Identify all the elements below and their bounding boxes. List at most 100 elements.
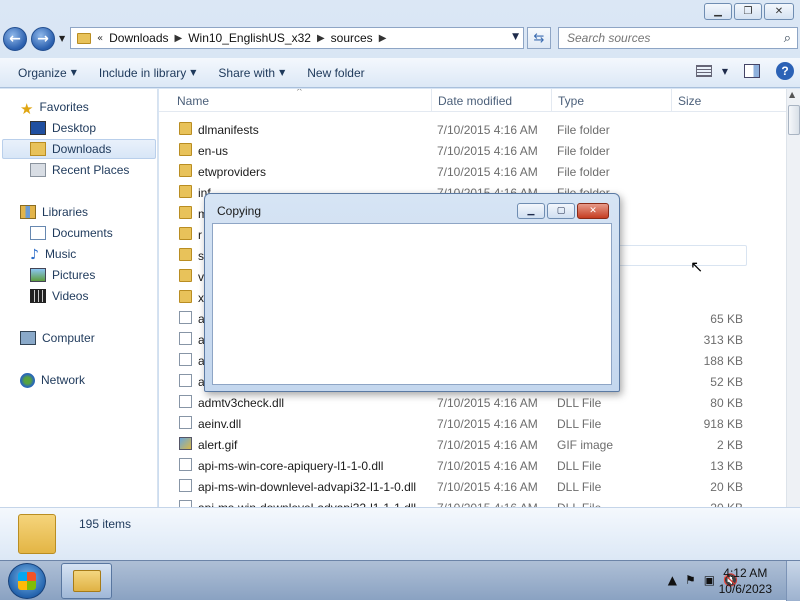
include-in-library-menu[interactable]: Include in library ▼ [90,58,206,88]
file-row[interactable]: api-ms-win-core-apiquery-l1-1-0.dll 7/10/… [175,455,747,476]
organize-label: Organize [18,65,67,80]
nav-network[interactable]: Network [20,370,85,390]
file-row[interactable]: admtv3check.dll 7/10/2015 4:16 AM DLL File… [175,392,747,413]
file-size: 2 KB [716,438,743,452]
refresh-icon: ⇆ [533,30,545,46]
organize-menu[interactable]: Organize ▼ [9,58,86,88]
nav-pictures[interactable]: Pictures [30,265,95,285]
breadcrumb-downloads[interactable]: Downloads [109,31,168,45]
column-name[interactable]: Name [177,94,209,108]
file-name: api-ms-win-downlevel-advapi32-l1-1-0.dll [198,480,417,494]
sort-ascending-icon: ^ [296,89,303,96]
file-size: 13 KB [710,459,743,473]
window-caption-buttons: ▁ ❐ ✕ [704,3,794,20]
file-row[interactable]: api-ms-win-downlevel-advapi32-l1-1-1.dll… [175,497,747,507]
search-box[interactable]: ⌕ [558,27,798,49]
dialog-minimize-button[interactable]: ▁ [517,203,545,219]
column-headers: ^ Name Date modified Type Size [159,89,789,112]
share-with-menu[interactable]: Share with ▼ [209,58,294,88]
show-hidden-icons-icon[interactable]: ▲ [668,573,677,587]
search-input[interactable] [565,30,784,46]
nav-computer[interactable]: Computer [20,328,95,348]
breadcrumb-arrow-icon[interactable]: ▶ [317,33,325,44]
clock[interactable]: 4:12 AM 10/6/2023 [719,565,772,597]
downloads-folder-icon [30,142,46,156]
column-date-modified[interactable]: Date modified [438,94,512,108]
nav-label: Documents [52,226,113,240]
nav-downloads[interactable]: Downloads [2,139,156,159]
breadcrumb-arrow-icon[interactable]: ▶ [379,33,387,44]
back-button[interactable]: ← [3,27,27,51]
file-icon [179,374,192,387]
refresh-button[interactable]: ⇆ [527,27,551,49]
folder-icon [179,143,192,156]
nav-music[interactable]: ♪ Music [30,244,76,264]
dialog-content [212,223,612,385]
breadcrumb-sources[interactable]: sources [331,31,373,45]
folder-icon [179,290,192,303]
change-view-button[interactable]: ▼ [695,65,728,77]
documents-icon [30,226,46,240]
file-icon [179,458,192,471]
file-date: 7/10/2015 4:16 AM [437,144,538,158]
file-row[interactable]: api-ms-win-downlevel-advapi32-l1-1-0.dll… [175,476,747,497]
nav-videos[interactable]: Videos [30,286,88,306]
file-row[interactable]: alert.gif 7/10/2015 4:16 AM GIF image 2 KB [175,434,747,455]
folder-icon [179,185,192,198]
address-overflow-chevron[interactable]: « [97,33,103,44]
file-icon [179,416,192,429]
column-divider[interactable] [671,89,672,112]
maximize-button[interactable]: ❐ [734,3,762,20]
file-row[interactable]: aeinv.dll 7/10/2015 4:16 AM DLL File 918 KB [175,413,747,434]
forward-button[interactable]: → [31,27,55,51]
file-date: 7/10/2015 4:16 AM [437,123,538,137]
file-name: api-ms-win-core-apiquery-l1-1-0.dll [198,459,384,473]
folder-icon [179,248,192,261]
close-button[interactable]: ✕ [764,3,794,20]
minimize-button[interactable]: ▁ [704,3,732,20]
address-history-dropdown[interactable]: ▼ [512,32,519,42]
file-name: aeinv.dll [198,417,242,431]
action-center-flag-icon[interactable]: ⚑ [685,573,696,587]
new-folder-button[interactable]: New folder [298,58,373,88]
breadcrumb-win10[interactable]: Win10_EnglishUS_x32 [188,31,311,45]
dialog-close-button[interactable]: ✕ [577,203,609,219]
file-icon [179,479,192,492]
nav-documents[interactable]: Documents [30,223,113,243]
column-divider[interactable] [551,89,552,112]
nav-desktop[interactable]: Desktop [30,118,96,138]
image-file-icon [179,437,192,450]
scroll-up-arrow-icon[interactable]: ▲ [789,90,795,99]
file-size: 65 KB [710,312,743,326]
recent-pages-dropdown[interactable]: ▼ [59,34,65,43]
file-name: alert.gif [198,438,238,452]
column-type[interactable]: Type [558,94,584,108]
nav-libraries[interactable]: Libraries [20,202,88,222]
file-row[interactable]: en-us 7/10/2015 4:16 AM File folder [175,140,747,161]
show-desktop-button[interactable] [786,561,800,601]
file-name: en-us [198,144,229,158]
file-name: etwproviders [198,165,267,179]
new-folder-label: New folder [307,65,365,80]
vertical-scrollbar[interactable]: ▲ [786,89,800,507]
taskbar-explorer-button[interactable] [61,563,112,599]
column-size[interactable]: Size [678,94,701,108]
address-bar[interactable]: « Downloads ▶ Win10_EnglishUS_x32 ▶ sour… [70,27,524,49]
folder-icon [179,227,192,240]
nav-favorites[interactable]: ★ Favorites [20,97,89,118]
nav-recent-places[interactable]: Recent Places [30,160,129,180]
dialog-maximize-button[interactable]: ▢ [547,203,575,219]
column-divider[interactable] [431,89,432,112]
file-row[interactable]: dlmanifests 7/10/2015 4:16 AM File folder [175,119,747,140]
help-icon[interactable]: ? [776,62,794,80]
chevron-down-icon: ▼ [70,68,77,77]
file-name: dlmanifests [198,123,259,137]
preview-pane-icon[interactable] [744,64,760,78]
file-row[interactable]: etwproviders 7/10/2015 4:16 AM File folder [175,161,747,182]
network-tray-icon[interactable]: ▣ [704,573,715,587]
minimize-icon: ▁ [527,206,535,216]
breadcrumb-arrow-icon[interactable]: ▶ [175,33,183,44]
start-button[interactable] [8,563,46,599]
search-icon[interactable]: ⌕ [784,31,791,46]
scroll-thumb[interactable] [788,105,800,135]
